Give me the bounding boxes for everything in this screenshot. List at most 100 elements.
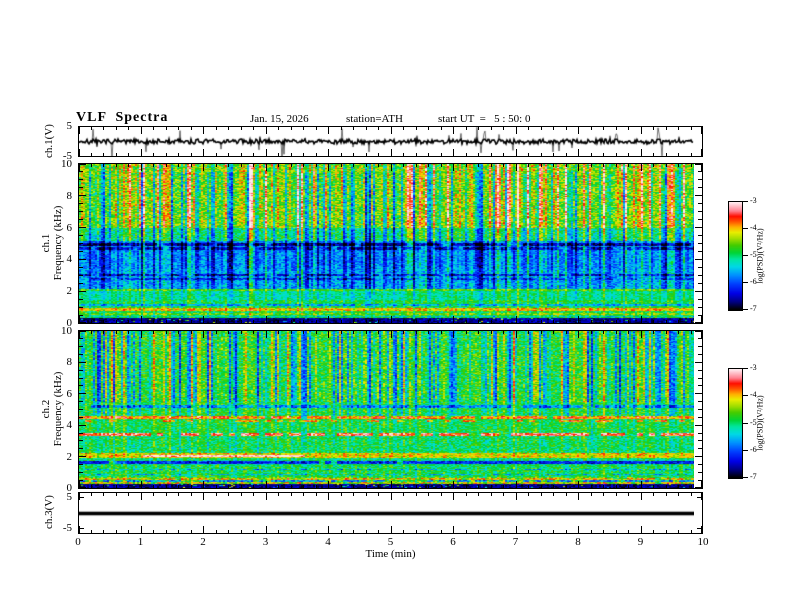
x-minor-tick bbox=[603, 153, 604, 156]
x-minor-tick bbox=[590, 485, 592, 488]
x-major-tick bbox=[140, 526, 142, 533]
spec1-y-tick-label: 6 bbox=[66, 221, 73, 234]
x-minor-tick bbox=[315, 320, 317, 323]
colorbar-tick bbox=[743, 228, 748, 229]
x-major-tick bbox=[701, 164, 702, 171]
x-major-tick bbox=[578, 481, 579, 488]
x-minor-tick bbox=[365, 493, 367, 496]
x-major-tick bbox=[203, 493, 204, 500]
x-minor-tick bbox=[115, 530, 117, 533]
x-major-tick bbox=[390, 331, 392, 338]
y-minor-tick bbox=[79, 266, 83, 268]
x-minor-tick bbox=[240, 485, 242, 488]
x-minor-tick bbox=[653, 164, 654, 167]
time-axis-label: Time (min) bbox=[365, 548, 416, 560]
x-minor-tick bbox=[565, 331, 567, 334]
x-minor-tick bbox=[315, 164, 317, 167]
x-major-tick bbox=[390, 149, 392, 156]
x-minor-tick bbox=[690, 331, 692, 334]
x-minor-tick bbox=[465, 127, 467, 130]
x-major-tick bbox=[79, 331, 80, 338]
x-minor-tick bbox=[540, 530, 542, 533]
y-minor-tick bbox=[698, 187, 702, 189]
x-minor-tick bbox=[415, 485, 417, 488]
x-major-tick bbox=[328, 526, 329, 533]
x-minor-tick bbox=[228, 320, 229, 323]
x-minor-tick bbox=[303, 530, 304, 533]
x-minor-tick bbox=[478, 530, 479, 533]
x-minor-tick bbox=[315, 485, 317, 488]
x-minor-tick bbox=[228, 331, 229, 334]
y-major-tick bbox=[79, 393, 86, 395]
x-minor-tick bbox=[290, 485, 292, 488]
x-minor-tick bbox=[428, 127, 429, 130]
x-minor-tick bbox=[115, 164, 117, 167]
x-major-tick bbox=[640, 526, 642, 533]
x-minor-tick bbox=[665, 331, 667, 334]
x-minor-tick bbox=[165, 164, 167, 167]
x-tick-label: 8 bbox=[575, 536, 581, 548]
x-minor-tick bbox=[240, 493, 242, 496]
y-minor-tick bbox=[79, 385, 83, 387]
x-major-tick bbox=[79, 164, 80, 171]
x-minor-tick bbox=[365, 153, 367, 156]
x-minor-tick bbox=[378, 320, 379, 323]
y-minor-tick bbox=[79, 187, 83, 189]
x-major-tick bbox=[265, 149, 267, 156]
x-minor-tick bbox=[440, 331, 442, 334]
x-minor-tick bbox=[528, 127, 529, 130]
x-minor-tick bbox=[603, 331, 604, 334]
y-minor-tick bbox=[698, 479, 702, 481]
x-minor-tick bbox=[490, 331, 492, 334]
x-major-tick bbox=[265, 164, 267, 171]
x-minor-tick bbox=[340, 153, 342, 156]
y-major-tick bbox=[79, 361, 86, 363]
x-minor-tick bbox=[653, 493, 654, 496]
x-minor-tick bbox=[628, 530, 629, 533]
x-minor-tick bbox=[115, 331, 117, 334]
x-minor-tick bbox=[478, 153, 479, 156]
x-minor-tick bbox=[590, 127, 592, 130]
x-minor-tick bbox=[490, 153, 492, 156]
x-minor-tick bbox=[690, 485, 692, 488]
x-major-tick bbox=[515, 526, 517, 533]
x-major-tick bbox=[701, 149, 702, 156]
x-minor-tick bbox=[565, 530, 567, 533]
x-minor-tick bbox=[115, 153, 117, 156]
ch1-frequency-axis-label: ch.1 Frequency (kHz) bbox=[40, 206, 64, 281]
x-minor-tick bbox=[215, 153, 217, 156]
x-minor-tick bbox=[253, 530, 254, 533]
x-minor-tick bbox=[90, 320, 92, 323]
x-major-tick bbox=[453, 493, 454, 500]
x-minor-tick bbox=[553, 493, 554, 496]
x-minor-tick bbox=[240, 127, 242, 130]
x-minor-tick bbox=[178, 485, 179, 488]
colorbar-tick bbox=[743, 450, 748, 451]
x-minor-tick bbox=[678, 485, 679, 488]
x-minor-tick bbox=[690, 530, 692, 533]
y-minor-tick bbox=[79, 409, 83, 410]
y-minor-tick bbox=[79, 235, 83, 237]
y-minor-tick bbox=[79, 298, 83, 300]
y-minor-tick bbox=[698, 354, 702, 356]
x-minor-tick bbox=[628, 493, 629, 496]
x-minor-tick bbox=[240, 320, 242, 323]
x-minor-tick bbox=[303, 320, 304, 323]
x-minor-tick bbox=[628, 331, 629, 334]
y-minor-tick bbox=[79, 471, 83, 473]
x-minor-tick bbox=[565, 127, 567, 130]
y-minor-tick bbox=[698, 203, 702, 205]
x-minor-tick bbox=[253, 164, 254, 167]
x-minor-tick bbox=[615, 530, 617, 533]
y-minor-tick bbox=[698, 243, 702, 244]
y-major-tick bbox=[695, 331, 702, 332]
x-major-tick bbox=[328, 164, 329, 171]
x-minor-tick bbox=[128, 493, 129, 496]
x-major-tick bbox=[515, 316, 517, 323]
x-minor-tick bbox=[165, 127, 167, 130]
x-minor-tick bbox=[565, 320, 567, 323]
x-minor-tick bbox=[178, 127, 179, 130]
x-major-tick bbox=[515, 493, 517, 500]
x-major-tick bbox=[390, 493, 392, 500]
x-major-tick bbox=[140, 331, 142, 338]
